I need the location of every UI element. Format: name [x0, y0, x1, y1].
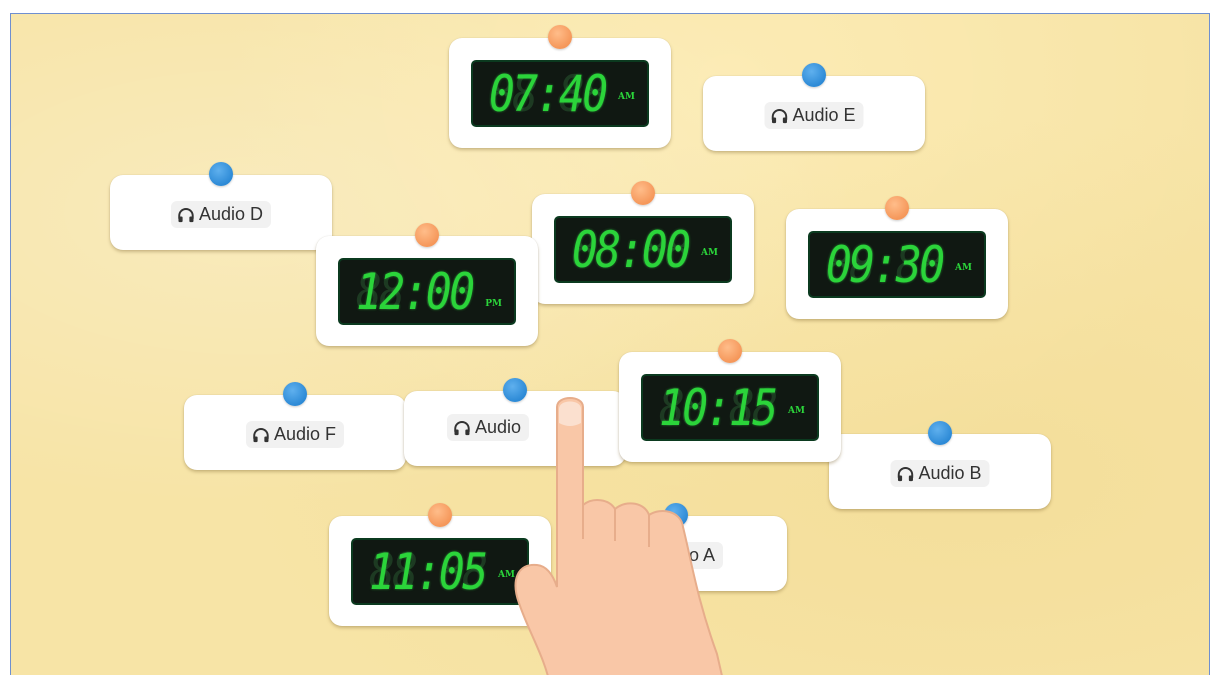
digital-clock-display: 88:88 12:00 PM	[338, 258, 516, 325]
clock-card[interactable]: 88:88 09:30 AM	[786, 196, 1008, 319]
clock-meridiem: AM	[618, 92, 635, 102]
clock-time: 11:05	[369, 543, 488, 601]
audio-card-e[interactable]: Audio E	[703, 63, 925, 151]
clock-time: 07:40	[489, 65, 608, 123]
connector-dot[interactable]	[718, 339, 742, 363]
clock-card[interactable]: 88:88 12:00 PM	[316, 223, 538, 346]
activity-board: Audio E Audio D Audio F Audio Audio B o …	[10, 13, 1210, 675]
audio-label: Audio F	[273, 424, 337, 444]
digital-clock-display: 88:88 11:05 AM	[351, 538, 529, 605]
audio-button[interactable]: Audio B	[890, 460, 990, 487]
clock-meridiem: AM	[701, 248, 718, 258]
clock-meridiem: AM	[955, 263, 972, 273]
clock-time: 08:00	[572, 221, 691, 279]
audio-card-b[interactable]: Audio B	[829, 421, 1051, 509]
clock-card[interactable]: 88:88 07:40 AM	[449, 25, 671, 148]
headphones-icon	[454, 420, 470, 435]
headphones-icon	[178, 207, 194, 222]
audio-card-d[interactable]: Audio D	[110, 162, 332, 250]
connector-dot[interactable]	[209, 162, 233, 186]
audio-button[interactable]: Audio F	[245, 421, 345, 448]
connector-dot[interactable]	[548, 25, 572, 49]
clock-meridiem: PM	[485, 299, 502, 309]
connector-dot[interactable]	[428, 503, 452, 527]
digital-clock-display: 88:88 07:40 AM	[471, 60, 649, 127]
headphones-icon	[897, 466, 914, 481]
clock-time: 09:30	[826, 236, 945, 294]
audio-label: Audio E	[792, 105, 856, 125]
hand-pointer-icon	[514, 397, 723, 675]
clock-meridiem: AM	[788, 406, 805, 416]
connector-dot[interactable]	[885, 196, 909, 220]
digital-clock-display: 88:88 09:30 AM	[808, 231, 986, 298]
digital-clock-display: 88:88 08:00 AM	[554, 216, 732, 283]
connector-dot[interactable]	[283, 382, 307, 406]
audio-button[interactable]: Audio E	[764, 102, 864, 129]
audio-card-f[interactable]: Audio F	[184, 382, 406, 470]
headphones-icon	[253, 427, 269, 442]
headphones-icon	[771, 108, 788, 123]
connector-dot[interactable]	[415, 223, 439, 247]
connector-dot[interactable]	[928, 421, 952, 445]
connector-dot[interactable]	[802, 63, 826, 87]
audio-label: Audio B	[918, 463, 982, 483]
clock-time: 12:00	[356, 263, 475, 321]
clock-card[interactable]: 88:88 08:00 AM	[532, 181, 754, 304]
connector-dot[interactable]	[631, 181, 655, 205]
audio-button[interactable]: Audio D	[170, 201, 272, 228]
audio-label: Audio D	[198, 204, 264, 224]
